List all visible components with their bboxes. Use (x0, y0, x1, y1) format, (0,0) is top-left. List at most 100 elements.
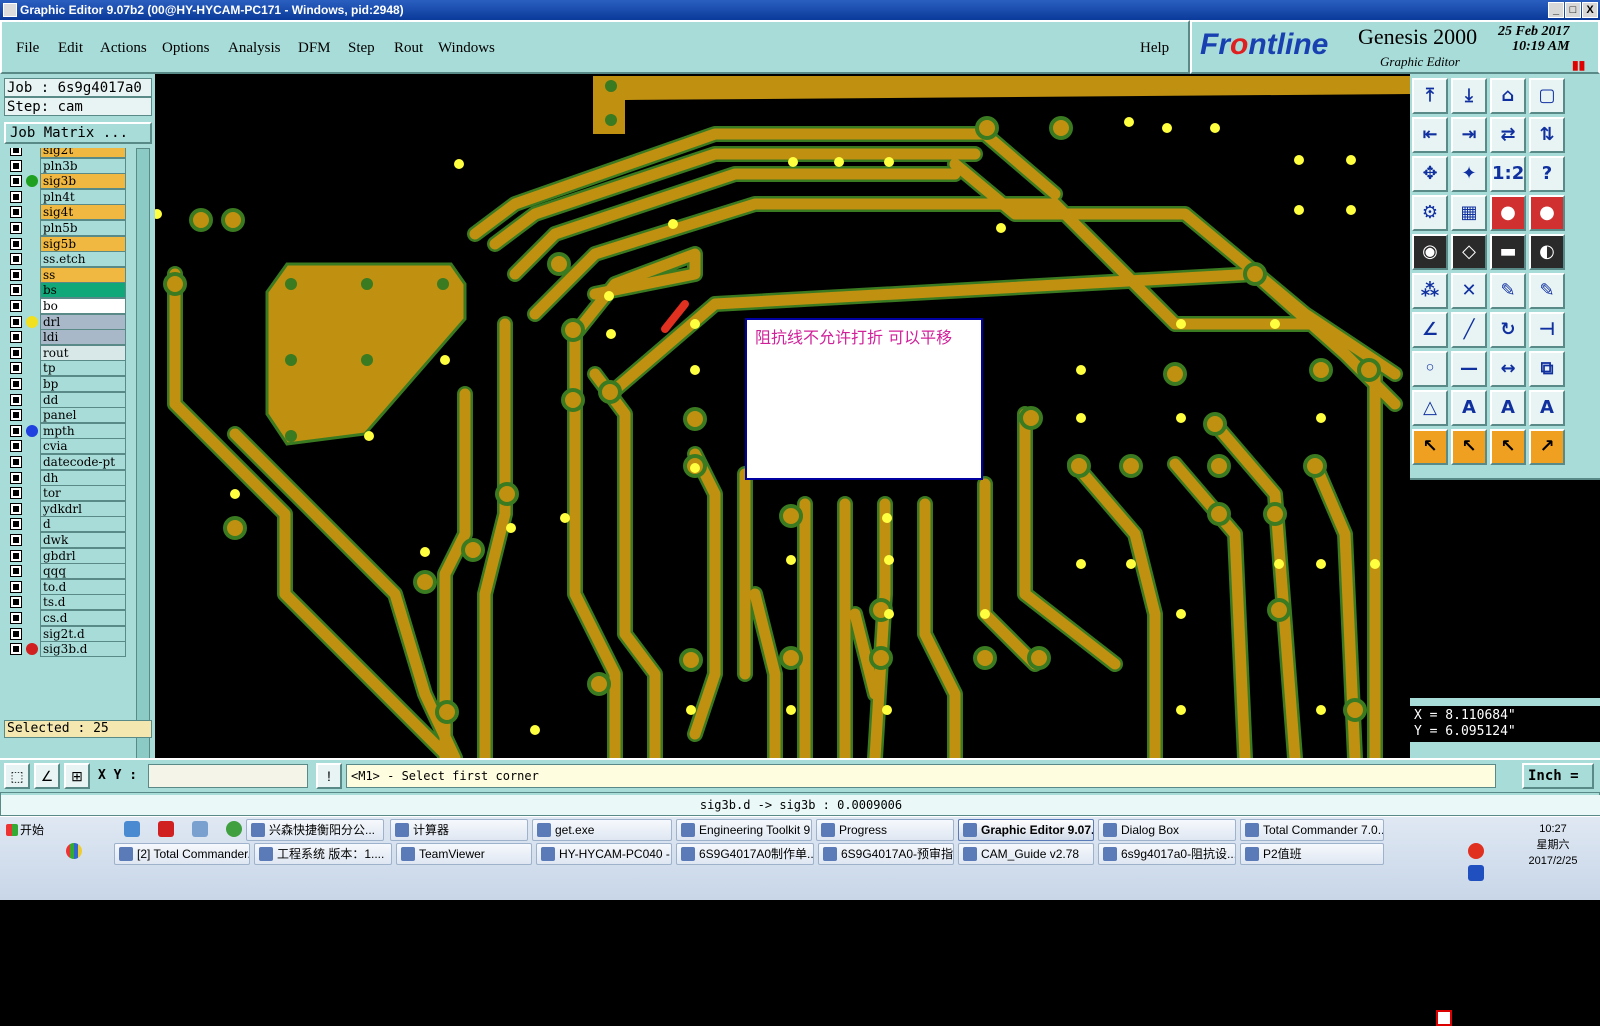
layer-checkbox[interactable] (10, 550, 22, 562)
layer-name[interactable]: pln3b (40, 158, 126, 174)
tool-button-icon[interactable]: ✦ (1451, 156, 1487, 192)
layer-checkbox[interactable] (10, 160, 22, 172)
windows-icon[interactable] (66, 843, 82, 859)
tool-button-icon[interactable]: A (1529, 390, 1565, 426)
taskbar-button[interactable]: 计算器 (390, 819, 528, 841)
layer-name[interactable]: cvia (40, 438, 126, 454)
layer-row[interactable]: ss (4, 267, 136, 283)
layer-row[interactable]: ydkdrl (4, 501, 136, 517)
layer-checkbox[interactable] (10, 440, 22, 452)
layer-list-scrollbar[interactable] (136, 148, 150, 788)
tool-button-icon[interactable]: ↗ (1529, 429, 1565, 465)
grid-icon[interactable]: ⊞ (64, 763, 90, 789)
tool-button-icon[interactable]: ◐ (1529, 234, 1565, 270)
layer-checkbox[interactable] (10, 472, 22, 484)
layer-row[interactable]: sig5b (4, 236, 136, 252)
tool-button-icon[interactable]: ⇄ (1490, 117, 1526, 153)
layer-checkbox[interactable] (10, 300, 22, 312)
menu-step[interactable]: Step (348, 40, 375, 57)
taskbar-button[interactable]: Graphic Editor 9.07... (958, 819, 1094, 841)
tool-button-icon[interactable]: ⧉ (1529, 351, 1565, 387)
xy-input[interactable] (148, 764, 308, 788)
layer-checkbox[interactable] (10, 316, 22, 328)
tool-button-icon[interactable]: ⚙ (1412, 195, 1448, 231)
tool-button-icon[interactable]: △ (1412, 390, 1448, 426)
layer-row[interactable]: datecode-pt (4, 454, 136, 470)
layer-row[interactable]: to.d (4, 579, 136, 595)
mini-view[interactable] (1410, 478, 1600, 1026)
tool-button-icon[interactable]: ✕ (1451, 273, 1487, 309)
tool-button-icon[interactable]: ▢ (1529, 78, 1565, 114)
pdf-icon[interactable] (158, 821, 174, 837)
layer-checkbox[interactable] (10, 362, 22, 374)
layer-row[interactable]: pln4t (4, 189, 136, 205)
layer-name[interactable]: drl (40, 314, 126, 330)
tool-button-icon[interactable]: ✎ (1490, 273, 1526, 309)
tool-button-icon[interactable]: ✥ (1412, 156, 1448, 192)
layer-row[interactable]: dwk (4, 532, 136, 548)
tool-button-icon[interactable]: ⤓ (1451, 78, 1487, 114)
tool-button-icon[interactable]: ⇥ (1451, 117, 1487, 153)
tool-button-icon[interactable]: ⁂ (1412, 273, 1448, 309)
layer-name[interactable]: rout (40, 345, 126, 361)
layer-name[interactable]: qqq (40, 563, 126, 579)
taskbar-button[interactable]: 6S9G4017A0-预审指... (818, 843, 954, 865)
layer-checkbox[interactable] (10, 534, 22, 546)
taskbar-button[interactable]: get.exe (532, 819, 672, 841)
tool-button-icon[interactable]: ▦ (1451, 195, 1487, 231)
taskbar-button[interactable]: 兴森快捷衡阳分公... (246, 819, 384, 841)
taskbar-button[interactable]: P2值班 (1240, 843, 1384, 865)
layer-checkbox[interactable] (10, 596, 22, 608)
tool-button-icon[interactable]: ∠ (1412, 312, 1448, 348)
tool-button-icon[interactable]: ⊣ (1529, 312, 1565, 348)
layer-name[interactable]: panel (40, 407, 126, 423)
layer-name[interactable]: dd (40, 392, 126, 408)
layer-row[interactable]: sig2t (4, 148, 136, 158)
layer-row[interactable]: ts.d (4, 594, 136, 610)
layer-name[interactable]: sig2t.d (40, 626, 126, 642)
layer-row[interactable]: tp (4, 360, 136, 376)
taskbar-button[interactable]: 工程系统 版本：1.... (254, 843, 392, 865)
layer-name[interactable]: tp (40, 360, 126, 376)
layer-checkbox[interactable] (10, 206, 22, 218)
tool-button-icon[interactable]: ✎ (1529, 273, 1565, 309)
tool-button-icon[interactable]: ◦ (1412, 351, 1448, 387)
layer-checkbox[interactable] (10, 628, 22, 640)
menu-rout[interactable]: Rout (394, 40, 423, 57)
menu-options[interactable]: Options (162, 40, 210, 57)
minimize-button[interactable]: _ (1548, 2, 1564, 18)
tool-button-icon[interactable]: ● (1529, 195, 1565, 231)
layer-name[interactable]: bs (40, 282, 126, 298)
layer-row[interactable]: ldi (4, 329, 136, 345)
system-clock[interactable]: 10:27 星期六 2017/2/25 (1508, 821, 1598, 869)
layer-name[interactable]: sig3b.d (40, 641, 126, 657)
layer-row[interactable]: cvia (4, 438, 136, 454)
layer-name[interactable]: ss (40, 267, 126, 283)
layer-name[interactable]: bo (40, 298, 126, 314)
layer-checkbox[interactable] (10, 456, 22, 468)
units-selector[interactable]: Inch = (1522, 763, 1594, 789)
layer-name[interactable]: tor (40, 485, 126, 501)
menu-analysis[interactable]: Analysis (228, 40, 281, 57)
layer-name[interactable]: gbdrl (40, 548, 126, 564)
menu-actions[interactable]: Actions (100, 40, 147, 57)
browser-icon[interactable] (226, 821, 242, 837)
measure-icon[interactable]: ∠ (34, 763, 60, 789)
menu-dfm[interactable]: DFM (298, 40, 331, 57)
layer-checkbox[interactable] (10, 409, 22, 421)
layer-name[interactable]: ydkdrl (40, 501, 126, 517)
layer-row[interactable]: dh (4, 470, 136, 486)
tool-button-icon[interactable]: A (1451, 390, 1487, 426)
tool-button-icon[interactable]: ⇤ (1412, 117, 1448, 153)
layer-name[interactable]: mpth (40, 423, 126, 439)
layer-row[interactable]: sig4t (4, 204, 136, 220)
tool-button-icon[interactable]: ▬ (1490, 234, 1526, 270)
layer-row[interactable]: cs.d (4, 610, 136, 626)
layer-row[interactable]: sig3b (4, 173, 136, 189)
layer-name[interactable]: to.d (40, 579, 126, 595)
layer-checkbox[interactable] (10, 347, 22, 359)
graphic-canvas[interactable]: 阻抗线不允许打折 可以平移 (155, 74, 1410, 758)
taskbar-button[interactable]: Progress (816, 819, 954, 841)
layer-name[interactable]: sig5b (40, 236, 126, 252)
taskbar-button[interactable]: 6S9G4017A0制作单.... (676, 843, 814, 865)
